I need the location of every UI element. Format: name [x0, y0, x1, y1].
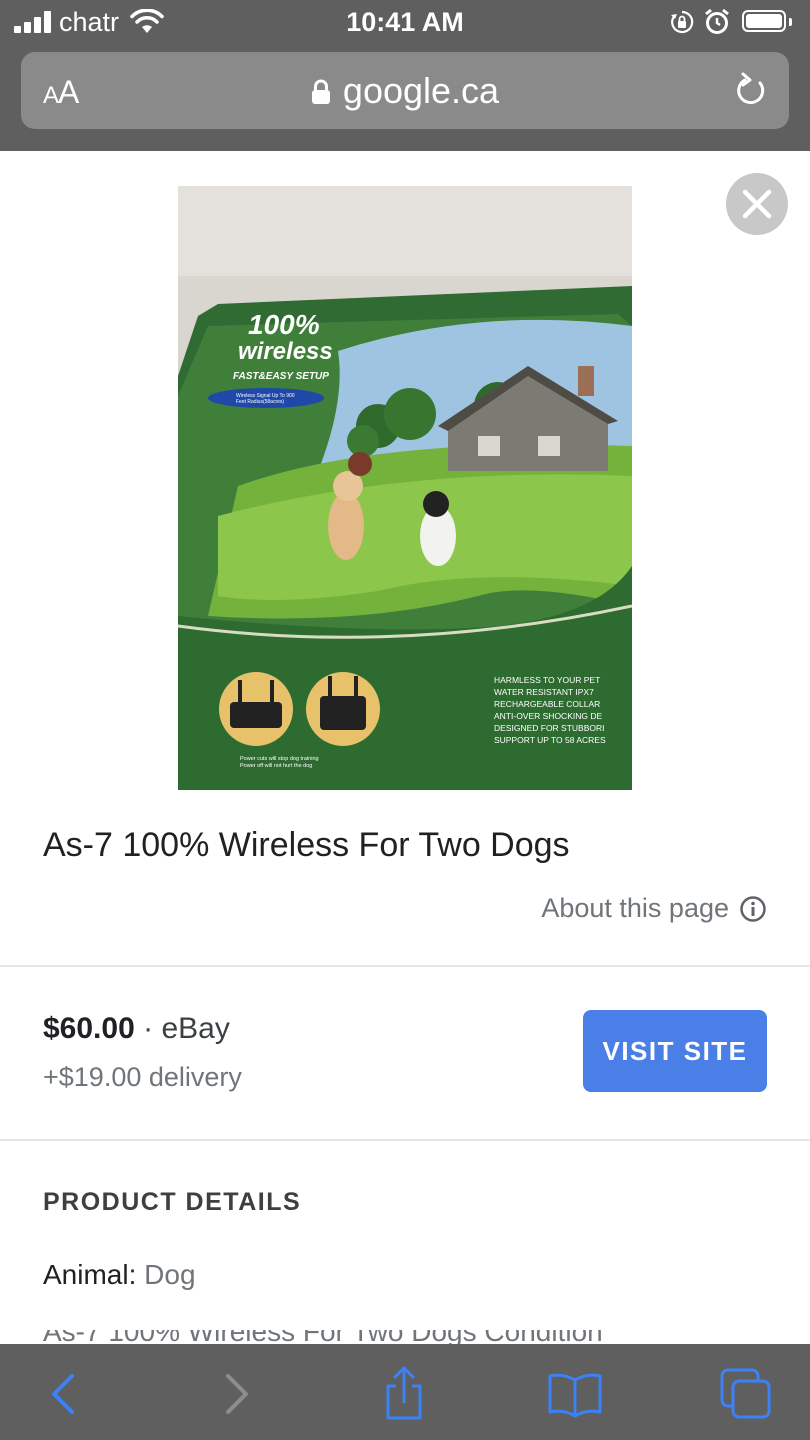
- box-feature: DESIGNED FOR STUBBORI: [494, 723, 605, 733]
- seller-name: eBay: [161, 1012, 230, 1045]
- price: $60.00: [43, 1012, 135, 1045]
- box-feature: WATER RESISTANT IPX7: [494, 687, 594, 697]
- address-bar[interactable]: AA google.ca: [21, 52, 789, 129]
- info-icon: [740, 895, 766, 922]
- tabs-icon[interactable]: [716, 1364, 776, 1424]
- spec-value: Dog: [144, 1259, 196, 1290]
- about-label: About this page: [541, 893, 729, 923]
- alarm-icon: [705, 8, 729, 34]
- browser-chrome: chatr 10:41 AM AA google.ca: [0, 0, 810, 151]
- reload-icon[interactable]: [733, 72, 769, 110]
- spec-label: Animal:: [43, 1259, 137, 1290]
- product-title: As-7 100% Wireless For Two Dogs: [43, 826, 570, 864]
- box-text-percent: 100%: [248, 309, 320, 340]
- box-text-setup: FAST&EASY SETUP: [233, 371, 329, 382]
- back-icon[interactable]: [34, 1364, 94, 1424]
- divider: [0, 965, 810, 967]
- forward-icon[interactable]: [206, 1364, 266, 1424]
- orientation-lock-icon: [671, 10, 694, 34]
- bookmarks-icon[interactable]: [545, 1364, 605, 1424]
- status-bar: chatr 10:41 AM: [0, 0, 810, 46]
- delivery-cost: +$19.00 delivery: [43, 1062, 242, 1092]
- visit-site-button[interactable]: VISIT SITE: [583, 1010, 767, 1092]
- battery-icon: [742, 10, 786, 32]
- box-footnote: Power off will not hurt the dog: [240, 763, 312, 769]
- spec-animal: Animal: Dog: [43, 1259, 196, 1291]
- close-button[interactable]: [726, 173, 788, 235]
- description-text: As-7 100% Wireless For Two Dogs Conditio…: [43, 1330, 683, 1344]
- close-icon: [742, 189, 772, 219]
- box-feature: RECHARGEABLE COLLAR: [494, 699, 600, 709]
- bottom-toolbar: [0, 1344, 810, 1440]
- url-display[interactable]: google.ca: [21, 70, 789, 112]
- url-domain: google.ca: [342, 70, 500, 111]
- box-feature: SUPPORT UP TO 58 ACRES: [494, 735, 606, 745]
- about-this-page-link[interactable]: About this page: [541, 893, 767, 924]
- product-box-illustration: 100% wireless FAST&EASY SETUP Wireless S…: [178, 186, 632, 790]
- price-row: $60.00 · eBay: [43, 1012, 230, 1046]
- description-partial: As-7 100% Wireless For Two Dogs Conditio…: [43, 1330, 683, 1344]
- separator-dot: ·: [143, 1012, 154, 1045]
- status-icons: [670, 8, 800, 36]
- battery-tip: [789, 18, 792, 26]
- box-text-radius: Feet Radius(58acres): [236, 399, 284, 405]
- box-feature: HARMLESS TO YOUR PET: [494, 675, 600, 685]
- product-details-heading: PRODUCT DETAILS: [43, 1188, 302, 1216]
- product-image[interactable]: 100% wireless FAST&EASY SETUP Wireless S…: [178, 186, 632, 790]
- lock-icon: [311, 79, 330, 104]
- box-feature: ANTI-OVER SHOCKING DE: [494, 711, 602, 721]
- box-footnote: Power cuts will stop dog training: [240, 756, 319, 762]
- divider: [0, 1139, 810, 1141]
- box-text-wireless: wireless: [238, 338, 333, 365]
- share-icon[interactable]: [374, 1364, 434, 1424]
